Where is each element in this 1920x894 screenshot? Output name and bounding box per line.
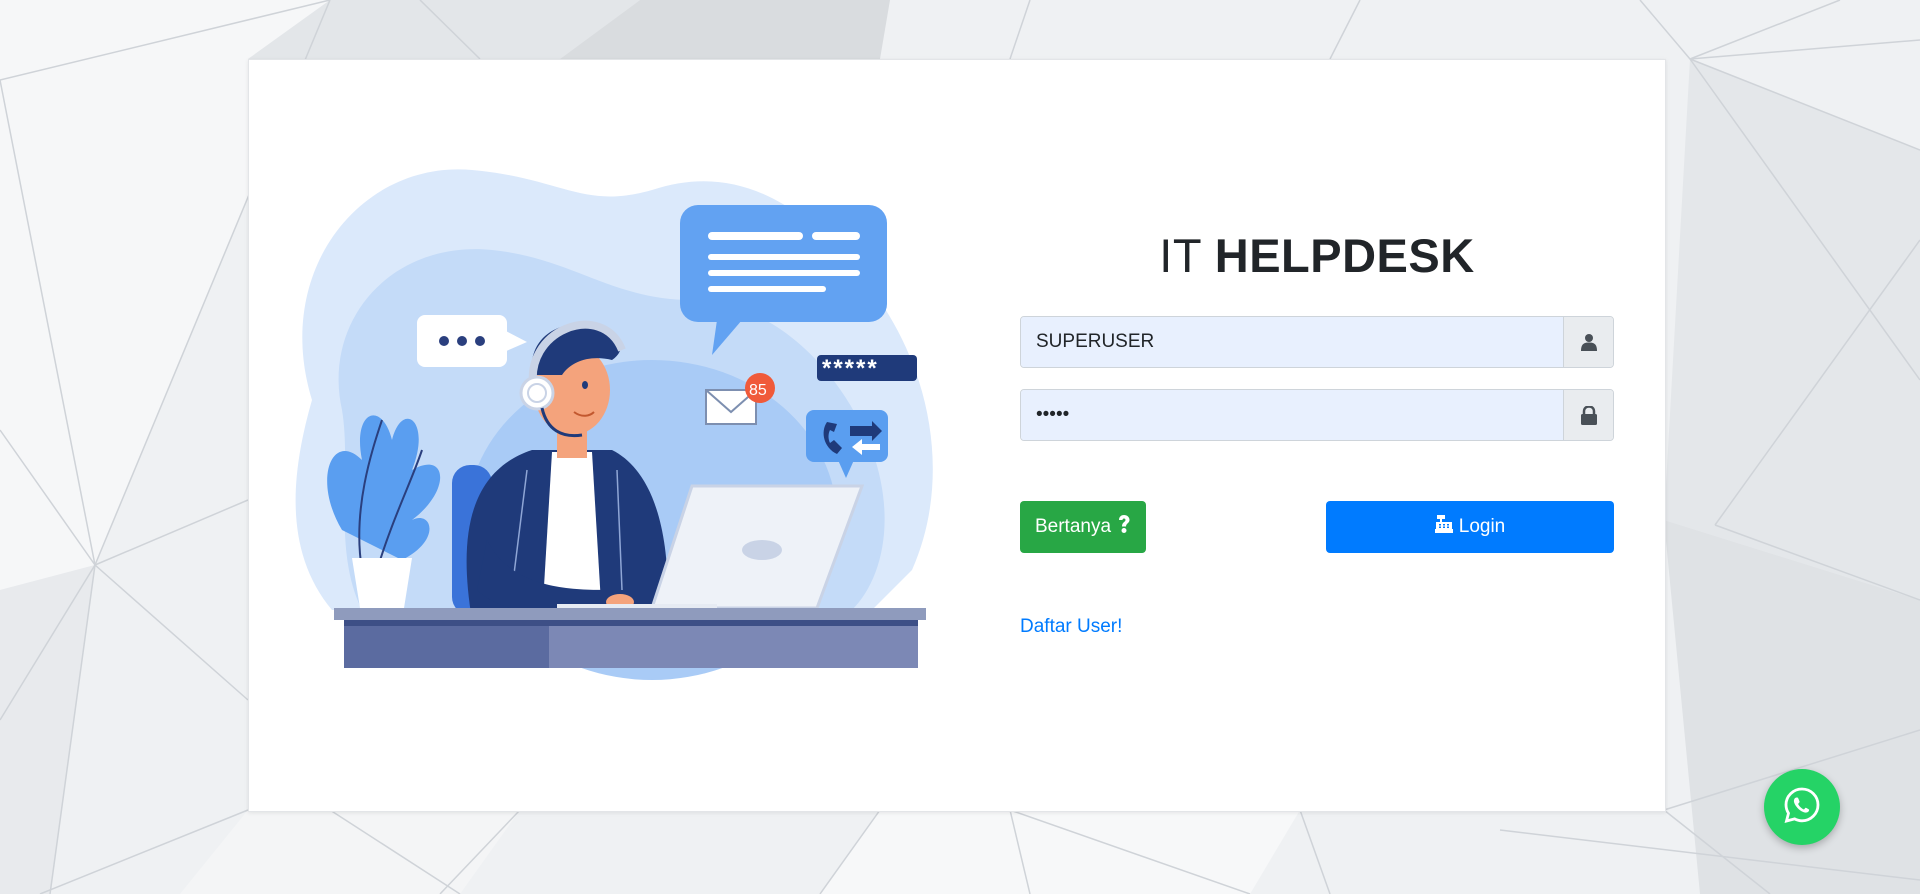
helpdesk-illustration: ***** 85 [295,169,933,680]
whatsapp-icon [1783,786,1821,829]
question-icon [1117,514,1131,540]
cash-register-icon [1434,515,1453,539]
password-group [1020,389,1614,441]
whatsapp-button[interactable] [1764,769,1840,845]
lock-icon [1563,390,1613,440]
user-icon [1563,317,1613,367]
ask-label: Bertanya [1034,516,1112,537]
username-group [1020,316,1614,368]
ask-button[interactable]: Bertanya [1020,501,1146,553]
title-light: IT [1159,229,1202,282]
notification-count: 85 [749,382,767,399]
password-input[interactable] [1021,390,1563,440]
username-input[interactable] [1021,317,1563,367]
login-label: Login [1458,516,1506,537]
login-button[interactable]: Login [1326,501,1614,553]
title-bold: HELPDESK [1214,229,1475,282]
register-link[interactable]: Daftar User! [1020,616,1122,638]
password-mask-text: ***** [822,355,879,382]
app-title: IT HELPDESK [1020,228,1614,283]
